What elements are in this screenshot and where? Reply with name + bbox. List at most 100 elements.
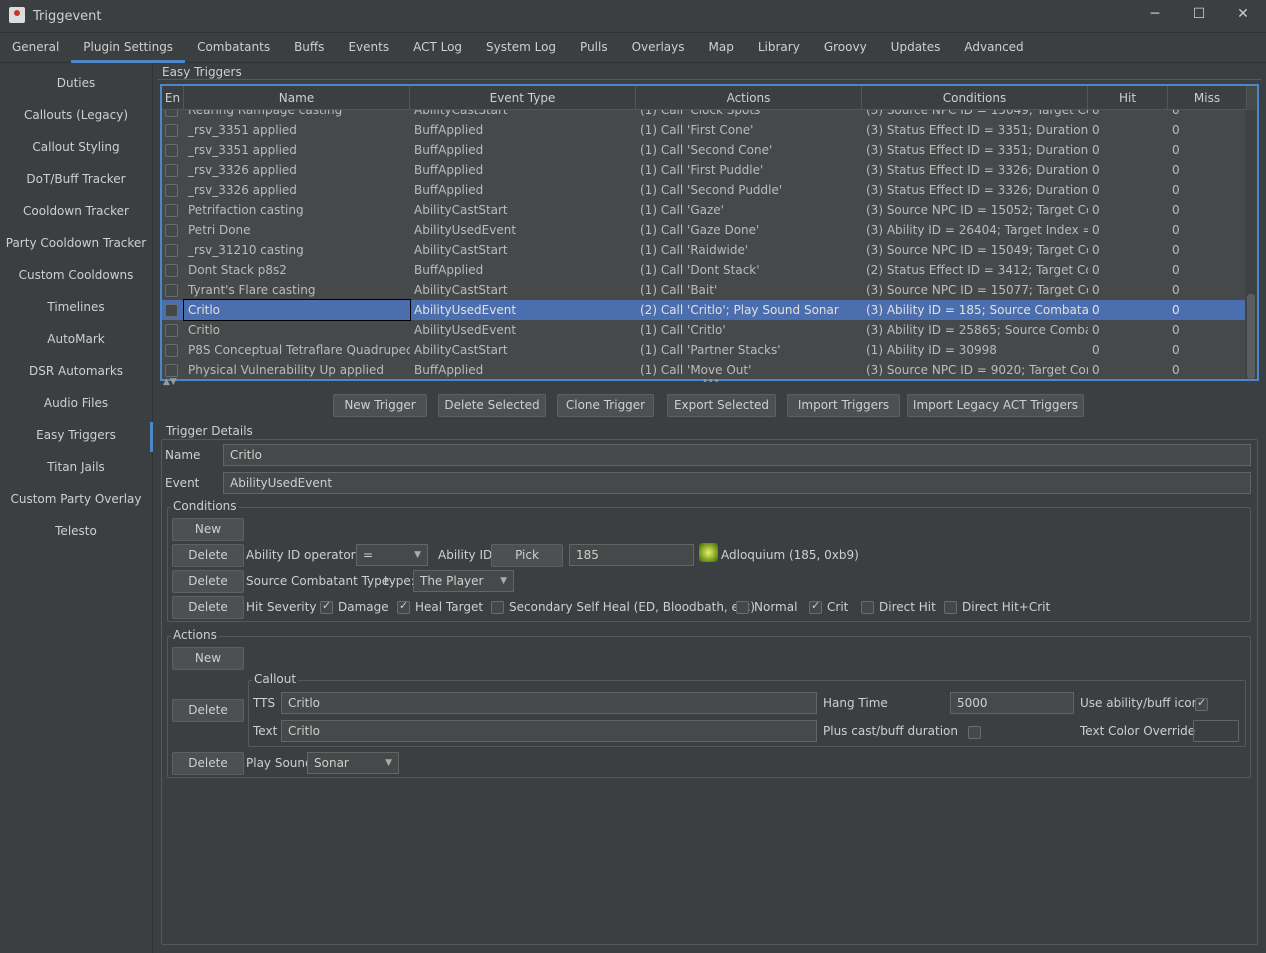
column-header-event-type[interactable]: Event Type [410,86,636,109]
crit-checkbox[interactable] [809,599,822,614]
table-row[interactable]: _rsv_3326 applied BuffApplied (1) Call 'Se… [162,180,1247,200]
table-row[interactable]: P8S Conceptual Tetraflare Quadruped Abili… [162,340,1247,360]
tts-input[interactable]: Critlo [281,692,817,714]
sidebar-item-callout-styling[interactable]: Callout Styling [0,130,152,162]
sidebar-item-timelines[interactable]: Timelines [0,290,152,322]
table-row[interactable]: Petri Done AbilityUsedEvent (1) Call 'Gaze… [162,220,1247,240]
plus-duration-checkbox[interactable] [967,726,981,739]
tab-pulls[interactable]: Pulls [568,33,620,63]
heal-target-checkbox-option[interactable]: Heal Target [397,599,483,614]
table-row[interactable]: Petrifaction casting AbilityCastStart (1) … [162,200,1247,220]
enabled-checkbox[interactable] [165,344,178,357]
sidebar-item-custom-cooldowns[interactable]: Custom Cooldowns [0,258,152,290]
crit-checkbox-option[interactable]: Crit [809,599,848,614]
sidebar-item-custom-party-overlay[interactable]: Custom Party Overlay [0,482,152,514]
table-row[interactable]: Dont Stack p8s2 BuffApplied (1) Call 'Dont… [162,260,1247,280]
sidebar-item-party-cooldown-tracker[interactable]: Party Cooldown Tracker [0,226,152,258]
heal-target-checkbox[interactable] [397,599,410,614]
delete-condition-button[interactable]: Delete [172,596,244,619]
enabled-checkbox[interactable] [165,284,178,297]
minimize-button[interactable]: ─ [1140,6,1170,26]
sidebar-item-cooldown-tracker[interactable]: Cooldown Tracker [0,194,152,226]
delete-selected-button[interactable]: Delete Selected [438,394,546,417]
enabled-checkbox[interactable] [165,144,178,157]
tab-advanced[interactable]: Advanced [952,33,1035,63]
column-header-miss[interactable]: Miss [1168,86,1247,109]
damage-checkbox[interactable] [320,599,333,614]
table-row[interactable]: _rsv_31210 casting AbilityCastStart (1) Ca… [162,240,1247,260]
combatant-type-select[interactable]: The Player ▼ [413,570,514,592]
column-header-en[interactable]: En [162,86,184,109]
delete-condition-button[interactable]: Delete [172,544,244,567]
text-input[interactable]: Critlo [281,720,817,742]
column-header-actions[interactable]: Actions [636,86,862,109]
sidebar-item-easy-triggers[interactable]: Easy Triggers [0,418,153,452]
pick-ability-button[interactable]: Pick [491,544,563,567]
enabled-checkbox[interactable] [165,204,178,217]
secondary-self-heal-ed-bloodbath-etc-checkbox-option[interactable]: Secondary Self Heal (ED, Bloodbath, etc) [491,600,755,614]
tab-general[interactable]: General [0,33,71,63]
direct-hit-checkbox[interactable] [861,601,874,614]
ability-id-input[interactable]: 185 [569,544,694,566]
tab-events[interactable]: Events [336,33,401,63]
normal-checkbox-option[interactable]: Normal [736,600,797,614]
sidebar-item-automark[interactable]: AutoMark [0,322,152,354]
sound-select[interactable]: Sonar ▼ [307,752,399,774]
enabled-checkbox[interactable] [165,224,178,237]
tab-updates[interactable]: Updates [879,33,953,63]
enabled-checkbox[interactable] [165,304,178,317]
import-triggers-button[interactable]: Import Triggers [787,394,900,417]
enabled-checkbox[interactable] [165,164,178,177]
delete-action-button[interactable]: Delete [172,699,244,722]
sidebar-item-audio-files[interactable]: Audio Files [0,386,152,418]
direct-hit-crit-checkbox-option[interactable]: Direct Hit+Crit [944,600,1050,614]
tab-buffs[interactable]: Buffs [282,33,336,63]
text-color-swatch[interactable] [1193,720,1239,742]
delete-condition-button[interactable]: Delete [172,570,244,593]
close-button[interactable]: ✕ [1228,6,1258,26]
tab-act-log[interactable]: ACT Log [401,33,474,63]
tab-map[interactable]: Map [697,33,746,63]
sidebar-item-duties[interactable]: Duties [0,66,152,98]
tab-overlays[interactable]: Overlays [620,33,697,63]
new-condition-button[interactable]: New [172,518,244,541]
table-row[interactable]: _rsv_3326 applied BuffApplied (1) Call 'Fi… [162,160,1247,180]
name-input[interactable]: Critlo [223,444,1251,466]
maximize-button[interactable]: ☐ [1184,6,1214,26]
column-header-conditions[interactable]: Conditions [862,86,1088,109]
table-row[interactable]: _rsv_3351 applied BuffApplied (1) Call 'Se… [162,140,1247,160]
tab-combatants[interactable]: Combatants [185,33,282,63]
tab-system-log[interactable]: System Log [474,33,568,63]
split-handle-icon[interactable]: ••• [702,376,720,387]
secondary-self-heal-ed-bloodbath-etc-checkbox[interactable] [491,601,504,614]
enabled-checkbox[interactable] [165,324,178,337]
new-action-button[interactable]: New [172,647,244,670]
table-scrollbar[interactable] [1245,110,1257,379]
table-row[interactable]: Critlo AbilityUsedEvent (2) Call 'Critlo';… [162,299,1247,321]
collapse-arrows-icon[interactable]: ▲▼ [163,377,177,387]
table-row[interactable]: _rsv_3351 applied BuffApplied (1) Call 'Fi… [162,120,1247,140]
enabled-checkbox[interactable] [165,244,178,257]
hang-time-input[interactable]: 5000 [950,692,1074,714]
import-legacy-act-triggers-button[interactable]: Import Legacy ACT Triggers [907,394,1084,417]
enabled-checkbox[interactable] [165,124,178,137]
new-trigger-button[interactable]: New Trigger [333,394,427,417]
sidebar-item-titan-jails[interactable]: Titan Jails [0,450,152,482]
sidebar-item-callouts-legacy[interactable]: Callouts (Legacy) [0,98,152,130]
table-row[interactable]: Critlo AbilityUsedEvent (1) Call 'Critlo' (… [162,320,1247,340]
direct-hit-checkbox-option[interactable]: Direct Hit [861,600,936,614]
tab-library[interactable]: Library [746,33,812,63]
direct-hit-crit-checkbox[interactable] [944,601,957,614]
delete-action-button[interactable]: Delete [172,752,244,775]
operator-select[interactable]: = ▼ [356,544,428,566]
enabled-checkbox[interactable] [165,184,178,197]
scrollbar-thumb[interactable] [1247,294,1255,379]
normal-checkbox[interactable] [736,601,749,614]
export-selected-button[interactable]: Export Selected [667,394,776,417]
clone-trigger-button[interactable]: Clone Trigger [557,394,654,417]
enabled-checkbox[interactable] [165,364,178,377]
table-row[interactable]: Tyrant's Flare casting AbilityCastStart (1… [162,280,1247,300]
use-icon-checkbox[interactable] [1195,696,1208,711]
tab-groovy[interactable]: Groovy [812,33,879,63]
sidebar-item-dot-buff-tracker[interactable]: DoT/Buff Tracker [0,162,152,194]
